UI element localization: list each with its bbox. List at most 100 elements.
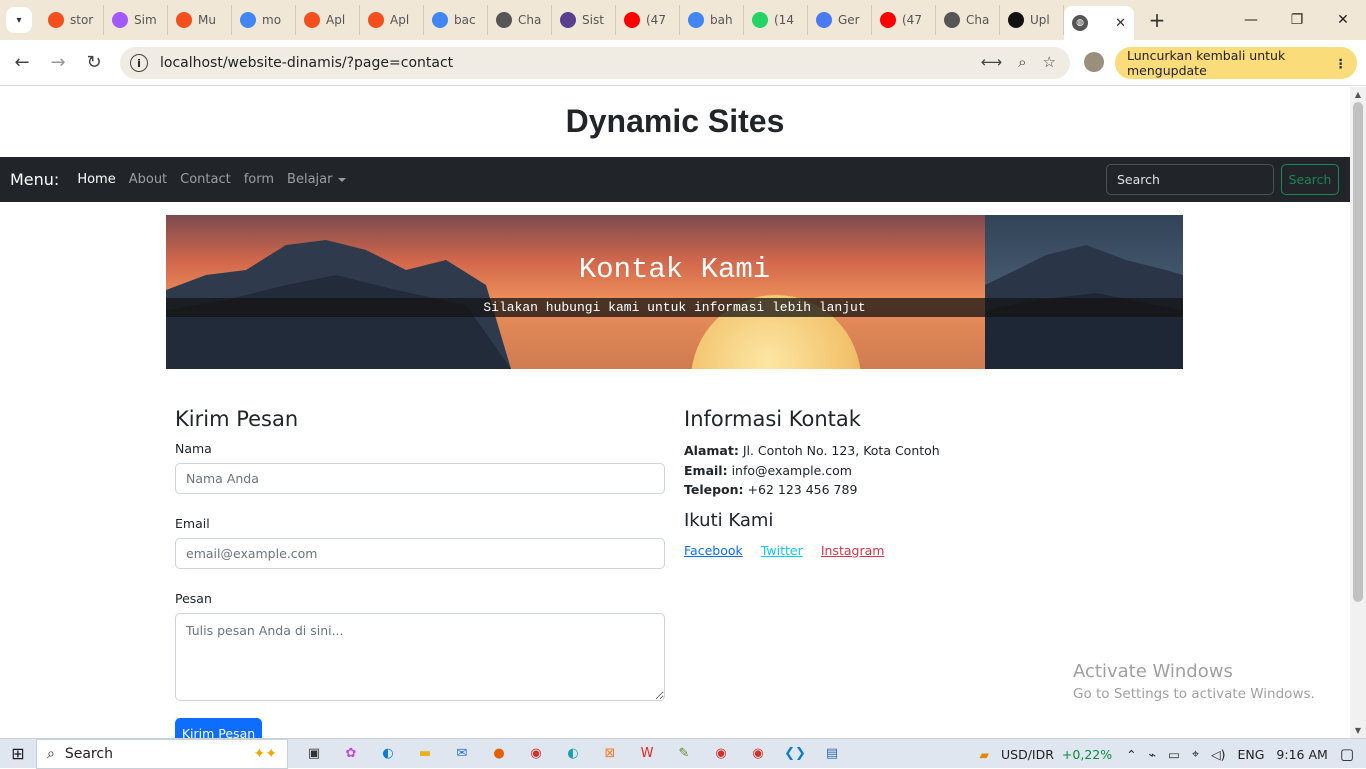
windows-start-icon[interactable]: ⊞ <box>0 744 36 763</box>
scroll-up-icon[interactable]: ▲ <box>1350 90 1366 99</box>
browser-tab[interactable]: (14 <box>744 5 808 35</box>
globe-icon: ◍ <box>1072 15 1088 31</box>
email-field[interactable] <box>175 538 665 569</box>
zoom-icon[interactable]: ⌕ <box>1018 53 1026 71</box>
nav-dropdown-belajar[interactable]: Belajar <box>287 172 347 187</box>
minimize-icon[interactable]: — <box>1228 0 1274 40</box>
nav-link-form[interactable]: form <box>244 172 274 187</box>
name-field[interactable] <box>175 463 665 494</box>
firefox-icon[interactable]: ● <box>487 742 511 766</box>
reload-icon[interactable]: ↻ <box>76 52 112 73</box>
scroll-down-icon[interactable]: ▼ <box>1350 726 1366 735</box>
email-line: Email: info@example.com <box>684 461 1134 481</box>
message-field[interactable] <box>175 613 665 701</box>
stock-widget-icon[interactable]: ▰ <box>979 747 989 762</box>
page-scrollbar[interactable]: ▲ ▼ <box>1350 87 1366 738</box>
site-info-icon[interactable]: i <box>130 54 148 72</box>
forward-icon[interactable]: → <box>40 52 76 73</box>
browser-tab[interactable]: Upl <box>1000 5 1064 35</box>
browser-tab[interactable]: Apl <box>360 5 424 35</box>
figma-alt-icon <box>112 12 128 28</box>
chrome-icon[interactable]: ◉ <box>524 742 548 766</box>
hero-subtitle: Silakan hubungi kami untuk informasi leb… <box>483 300 866 315</box>
translate-icon[interactable]: ⟷ <box>981 53 1003 71</box>
site-icon <box>560 12 576 28</box>
nav-link-about[interactable]: About <box>129 172 167 187</box>
url-text[interactable]: localhost/website-dinamis/?page=contact <box>160 55 453 71</box>
chatgpt-icon <box>496 12 512 28</box>
close-tab-icon[interactable]: ✕ <box>1115 16 1126 31</box>
figma-icon <box>304 12 320 28</box>
scroll-thumb[interactable] <box>1353 102 1363 602</box>
twitter-link[interactable]: Twitter <box>761 543 803 558</box>
ticker-label[interactable]: USD/IDR <box>1001 747 1054 762</box>
browser-tab[interactable]: Cha <box>488 5 552 35</box>
volume-icon[interactable]: ◁) <box>1211 747 1226 762</box>
address-line: Alamat: Jl. Contoh No. 123, Kota Contoh <box>684 441 1134 461</box>
more-menu-icon[interactable]: ⋮ <box>1335 56 1348 71</box>
wps-icon[interactable]: W <box>635 742 659 766</box>
search-button[interactable]: Search <box>1281 164 1339 195</box>
chrome-active-icon[interactable]: ◉ <box>709 742 733 766</box>
clock[interactable]: 9:16 AM <box>1276 747 1327 762</box>
task-view-icon[interactable]: ▣ <box>302 742 326 766</box>
google-icon <box>240 12 256 28</box>
usb-icon[interactable]: ⌁ <box>1149 747 1157 762</box>
update-button[interactable]: Luncurkan kembali untuk mengupdate ⋮ <box>1115 47 1357 79</box>
nav-link-contact[interactable]: Contact <box>180 172 231 187</box>
gemini-icon <box>816 12 832 28</box>
battery-icon[interactable]: ▭ <box>1168 747 1180 762</box>
bookmark-star-icon[interactable]: ☆ <box>1043 53 1056 71</box>
chevron-up-icon[interactable]: ⌃ <box>1126 747 1136 762</box>
browser-tab[interactable]: Sim <box>104 5 168 35</box>
page-viewport: Dynamic Sites Menu: Home About Contact f… <box>0 87 1350 738</box>
network-icon[interactable]: ⌖ <box>1192 746 1199 762</box>
browser-tab[interactable]: Apl <box>296 5 360 35</box>
restore-icon[interactable]: ❐ <box>1274 0 1320 40</box>
browser-tab[interactable]: Sist <box>552 5 616 35</box>
copilot-icon[interactable]: ✿ <box>339 742 363 766</box>
vscode-icon[interactable]: ❮❯ <box>783 742 807 766</box>
browser-tab[interactable]: stor <box>40 5 104 35</box>
whatsapp-icon <box>752 12 768 28</box>
figma-icon <box>48 12 64 28</box>
language-indicator[interactable]: ENG <box>1237 747 1264 762</box>
chrome-profile-icon[interactable]: ◉ <box>746 742 770 766</box>
xampp-icon[interactable]: ⊠ <box>598 742 622 766</box>
tab-label: bac <box>454 13 476 27</box>
facebook-link[interactable]: Facebook <box>684 543 743 558</box>
close-window-icon[interactable]: ✕ <box>1320 0 1366 40</box>
new-tab-icon[interactable]: + <box>1142 8 1172 32</box>
notification-icon[interactable]: ▢ <box>1340 745 1354 763</box>
tab-search-icon[interactable]: ▾ <box>6 7 32 33</box>
email-info-label: Email: <box>684 462 728 478</box>
notepad-icon[interactable]: ▤ <box>820 742 844 766</box>
nav-link-home[interactable]: Home <box>77 172 115 187</box>
omnibox[interactable]: i localhost/website-dinamis/?page=contac… <box>120 47 1070 79</box>
browser-tab[interactable]: Cha <box>936 5 1000 35</box>
browser-tab[interactable]: bac <box>424 5 488 35</box>
mountain-graphic <box>166 240 1183 369</box>
mail-icon[interactable]: ✉ <box>450 742 474 766</box>
back-icon[interactable]: ← <box>4 52 40 73</box>
browser-tab[interactable]: (47 <box>872 5 936 35</box>
edge-dev-icon[interactable]: ◐ <box>561 742 585 766</box>
tab-label: (47 <box>646 13 666 27</box>
file-explorer-icon[interactable]: ▬ <box>413 742 437 766</box>
info-heading: Informasi Kontak <box>684 407 861 431</box>
name-label: Nama <box>175 441 212 456</box>
tab-active[interactable]: ◍ ✕ <box>1064 6 1134 40</box>
notepad-plus-icon[interactable]: ✎ <box>672 742 696 766</box>
browser-tab[interactable]: mo <box>232 5 296 35</box>
profile-avatar[interactable] <box>1084 52 1104 72</box>
edge-icon[interactable]: ◐ <box>376 742 400 766</box>
taskbar-search[interactable]: ⌕ Search ✦✦ <box>36 738 288 769</box>
search-input[interactable] <box>1106 164 1274 195</box>
figma-icon <box>368 12 384 28</box>
submit-button[interactable]: Kirim Pesan <box>175 718 262 738</box>
browser-tab[interactable]: (47 <box>616 5 680 35</box>
browser-tab[interactable]: Ger <box>808 5 872 35</box>
instagram-link[interactable]: Instagram <box>821 543 885 558</box>
browser-tab[interactable]: Mu <box>168 5 232 35</box>
browser-tab[interactable]: bah <box>680 5 744 35</box>
